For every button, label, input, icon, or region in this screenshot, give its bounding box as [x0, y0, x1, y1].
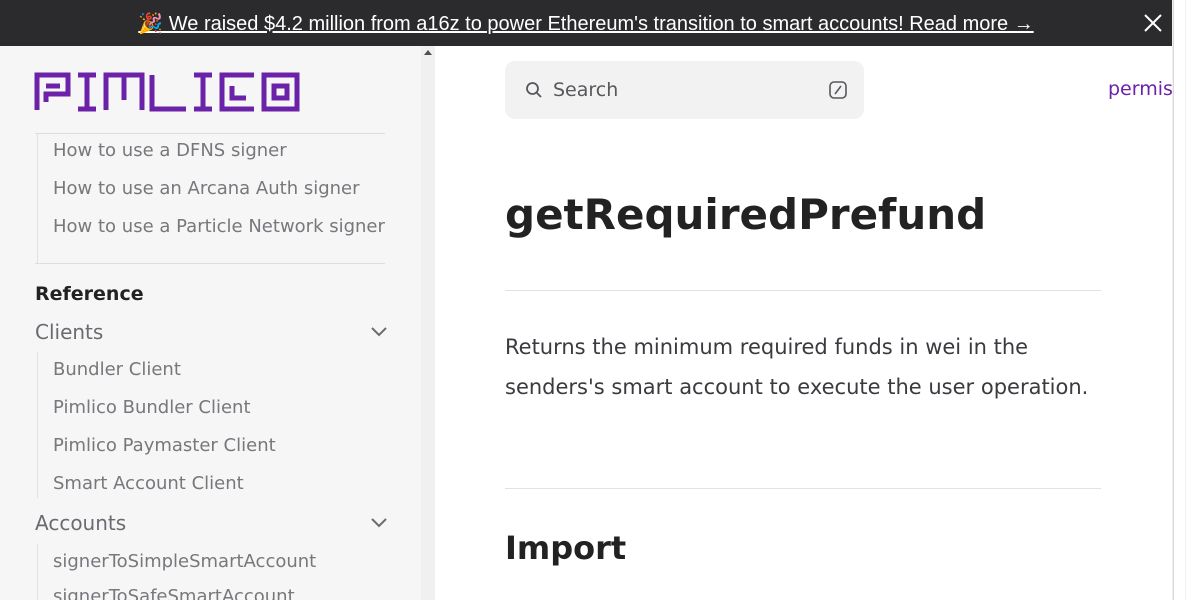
announcement-banner: 🎉 We raised $4.2 million from a16z to po… [0, 0, 1172, 46]
announcement-link[interactable]: 🎉 We raised $4.2 million from a16z to po… [138, 11, 1033, 36]
nav-rail [37, 134, 38, 264]
page-description: Returns the minimum required funds in we… [505, 335, 1089, 399]
page-scrollbar-thumb[interactable] [1173, 0, 1185, 600]
nav-rail [37, 544, 38, 600]
sidebar-item-pimlico-paymaster-client[interactable]: Pimlico Paymaster Client [53, 435, 276, 456]
nav-rail [37, 352, 38, 498]
sidebar-scrollbar[interactable] [421, 46, 435, 600]
page-title: getRequiredPrefund [505, 190, 987, 239]
sidebar-item-dfns-signer[interactable]: How to use a DFNS signer [53, 140, 287, 161]
divider [505, 290, 1101, 291]
sidebar: How to use a DFNS signer How to use an A… [0, 46, 421, 600]
sidebar-divider [35, 133, 385, 134]
close-icon[interactable] [1142, 12, 1164, 34]
search-input[interactable]: Search [505, 61, 864, 119]
divider [505, 488, 1101, 489]
sidebar-item-smart-account-client[interactable]: Smart Account Client [53, 473, 244, 494]
sidebar-group-clients[interactable]: Clients [35, 320, 387, 344]
search-label: Search [553, 79, 619, 101]
sidebar-item-simple-smart-account[interactable]: signerToSimpleSmartAccount [53, 551, 316, 572]
chevron-down-icon[interactable] [371, 518, 387, 528]
section-heading-import: Import [505, 529, 627, 567]
sidebar-item-pimlico-bundler-client[interactable]: Pimlico Bundler Client [53, 397, 251, 418]
sidebar-group-accounts[interactable]: Accounts [35, 511, 387, 535]
sidebar-group-label: Clients [35, 320, 104, 344]
slash-key-icon [829, 81, 847, 99]
search-icon [526, 82, 542, 98]
sidebar-item-arcana-signer[interactable]: How to use an Arcana Auth signer [53, 178, 360, 199]
sidebar-item-bundler-client[interactable]: Bundler Client [53, 359, 181, 380]
scroll-up-arrow-icon[interactable] [424, 50, 432, 55]
pimlico-logo[interactable] [34, 72, 300, 112]
chevron-down-icon[interactable] [371, 327, 387, 337]
nav-link-permissionless[interactable]: permis [1108, 78, 1173, 100]
sidebar-group-label: Accounts [35, 511, 127, 535]
sidebar-divider [35, 263, 385, 264]
sidebar-item-particle-signer[interactable]: How to use a Particle Network signer [53, 216, 385, 237]
sidebar-section-reference: Reference [35, 283, 144, 305]
sidebar-item-safe-smart-account[interactable]: signerToSafeSmartAccount [53, 586, 295, 600]
